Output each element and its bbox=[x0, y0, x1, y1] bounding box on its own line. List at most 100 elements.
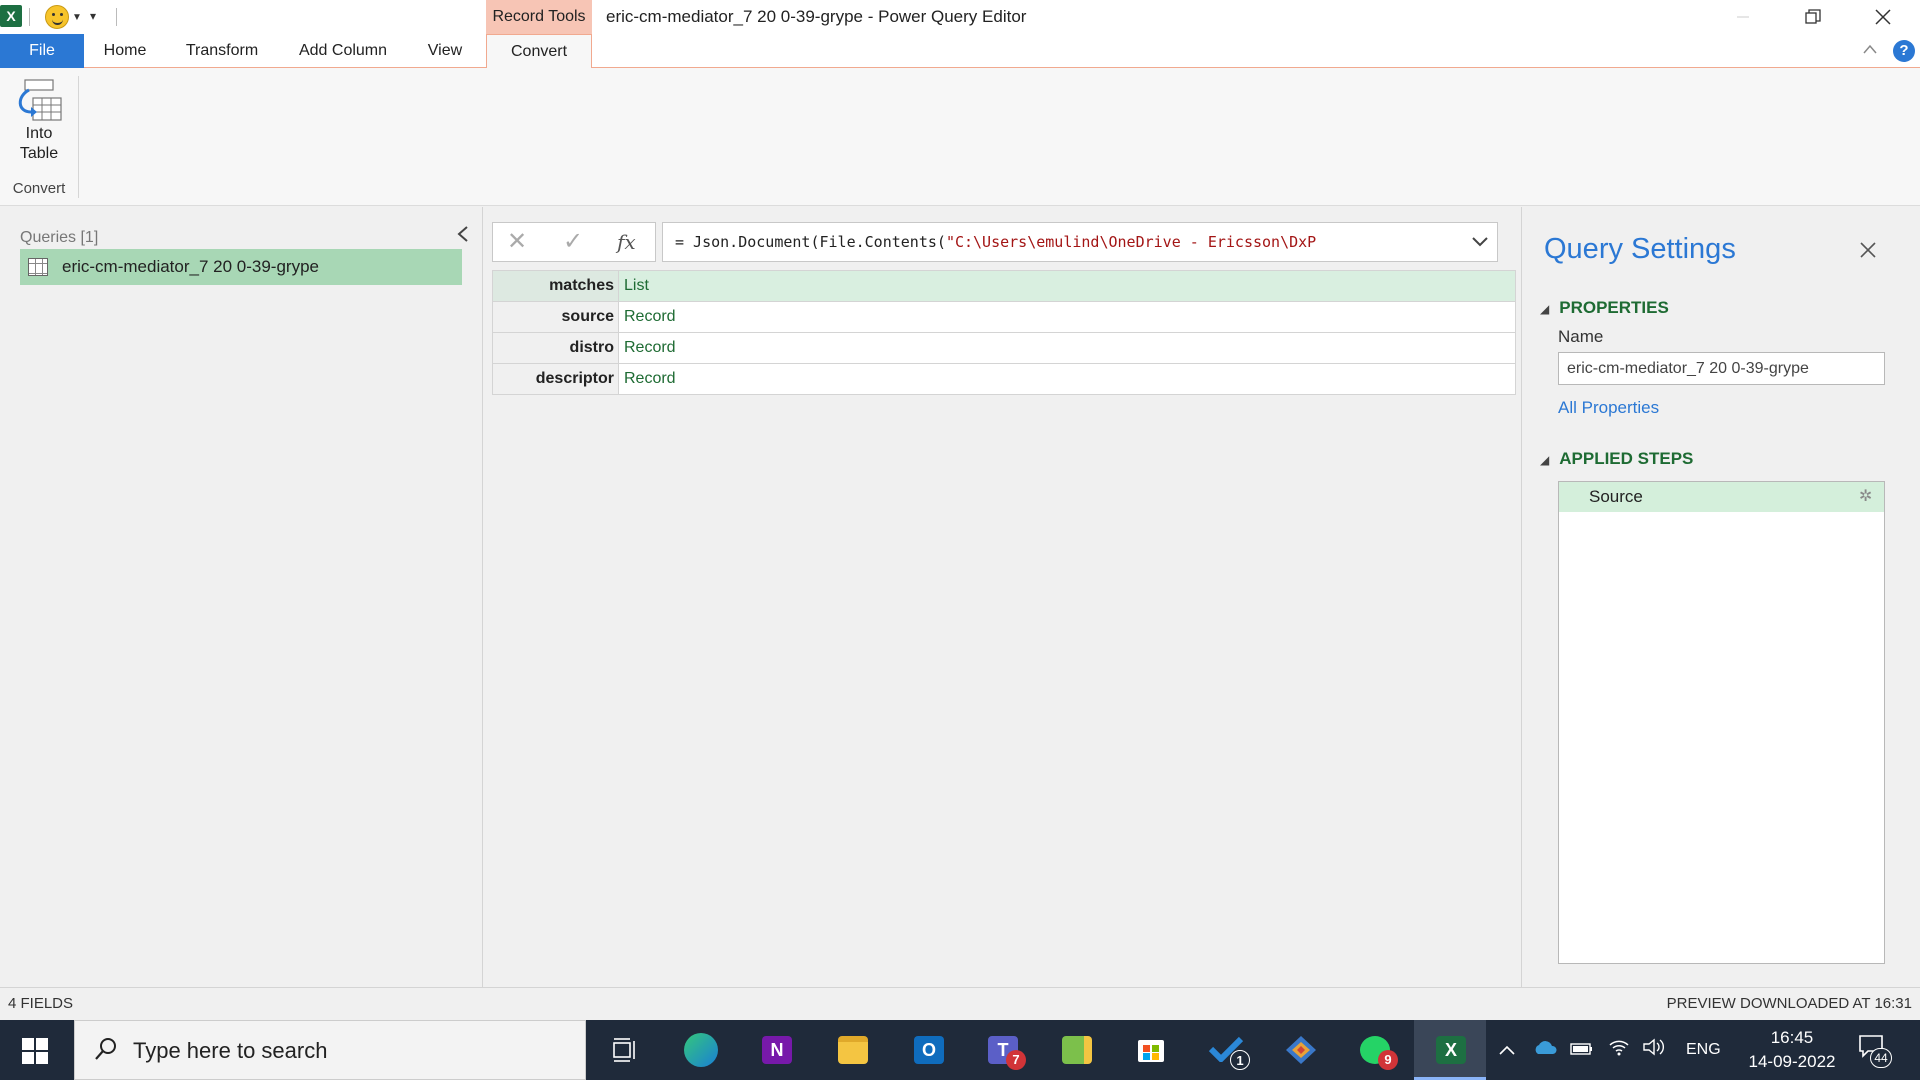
collapse-triangle-icon: ◢ bbox=[1540, 453, 1550, 467]
formula-prefix: = Json.Document(File.Contents( bbox=[675, 233, 946, 251]
clock-time: 16:45 bbox=[1770, 1028, 1814, 1047]
window-title: eric-cm-mediator_7 20 0-39-grype - Power… bbox=[606, 7, 1027, 26]
excel-logo-icon: X bbox=[0, 5, 22, 27]
whatsapp-icon[interactable]: 9 bbox=[1338, 1020, 1410, 1080]
formula-text[interactable]: = Json.Document(File.Contents("C:\Users\… bbox=[675, 223, 1465, 261]
expand-formula-bar-icon[interactable] bbox=[1471, 223, 1489, 261]
applied-steps-section-header[interactable]: ◢ APPLIED STEPS bbox=[1540, 449, 1693, 469]
properties-section-header[interactable]: ◢ PROPERTIES bbox=[1540, 298, 1669, 318]
help-button[interactable]: ? bbox=[1893, 40, 1915, 62]
todo-icon[interactable]: 1 bbox=[1190, 1020, 1262, 1080]
teams-badge: 7 bbox=[1006, 1050, 1026, 1070]
close-window-button[interactable] bbox=[1860, 0, 1906, 34]
all-properties-link[interactable]: All Properties bbox=[1558, 398, 1659, 418]
tab-view[interactable]: View bbox=[418, 34, 472, 68]
taskbar-search-box[interactable]: Type here to search bbox=[74, 1020, 586, 1080]
record-row[interactable]: source Record bbox=[492, 301, 1516, 333]
input-language[interactable]: ENG bbox=[1686, 1020, 1721, 1080]
teams-icon[interactable]: T 7 bbox=[966, 1020, 1038, 1080]
record-field-name: distro bbox=[492, 332, 619, 364]
into-table-icon bbox=[15, 78, 63, 124]
tab-convert[interactable]: Convert bbox=[486, 34, 592, 69]
task-view-icon[interactable] bbox=[588, 1020, 660, 1080]
record-field-name: descriptor bbox=[492, 363, 619, 395]
tab-file[interactable]: File bbox=[0, 34, 84, 68]
query-list-item[interactable]: eric-cm-mediator_7 20 0-39-grype bbox=[20, 249, 462, 285]
record-row[interactable]: matches List bbox=[492, 270, 1516, 302]
ribbon-group-separator bbox=[78, 76, 79, 198]
feedback-smiley-icon[interactable] bbox=[45, 5, 69, 29]
edge-icon[interactable] bbox=[664, 1020, 736, 1080]
into-table-label-line1: Into bbox=[25, 125, 53, 142]
smiley-dropdown-icon[interactable]: ▼ bbox=[72, 12, 82, 23]
qat-separator bbox=[116, 8, 117, 26]
gear-icon[interactable]: ✲ bbox=[1859, 482, 1872, 512]
insert-function-icon[interactable]: fx bbox=[617, 223, 636, 261]
field-count-status: 4 FIELDS bbox=[8, 995, 74, 1012]
wifi-icon[interactable] bbox=[1608, 1020, 1630, 1080]
query-name: eric-cm-mediator_7 20 0-39-grype bbox=[62, 257, 319, 276]
battery-icon[interactable] bbox=[1570, 1020, 1594, 1080]
record-row[interactable]: distro Record bbox=[492, 332, 1516, 364]
applied-step-item[interactable]: Source ✲ bbox=[1559, 482, 1884, 512]
tab-transform[interactable]: Transform bbox=[176, 34, 268, 68]
notification-center-icon[interactable]: 44 bbox=[1858, 1034, 1892, 1068]
git-app-icon[interactable] bbox=[1264, 1020, 1336, 1080]
notification-count: 44 bbox=[1870, 1048, 1892, 1068]
record-field-value-link[interactable]: Record bbox=[618, 301, 1516, 333]
into-table-label-line2: Table bbox=[19, 145, 59, 162]
data-preview-area: ✕ ✓ fx = Json.Document(File.Contents("C:… bbox=[484, 207, 1520, 987]
into-table-button[interactable]: Into Table bbox=[8, 78, 70, 190]
status-bar: 4 FIELDS PREVIEW DOWNLOADED AT 16:31 bbox=[0, 987, 1920, 1020]
queries-header: Queries [1] bbox=[20, 229, 99, 246]
formula-buttons: ✕ ✓ fx bbox=[492, 222, 656, 262]
record-row[interactable]: descriptor Record bbox=[492, 363, 1516, 395]
formula-bar[interactable]: = Json.Document(File.Contents("C:\Users\… bbox=[662, 222, 1498, 262]
excel-icon[interactable]: X bbox=[1414, 1020, 1486, 1080]
record-field-name: matches bbox=[492, 270, 619, 302]
customize-qat-icon[interactable]: ▾ bbox=[90, 9, 96, 23]
collapse-ribbon-icon[interactable] bbox=[1862, 42, 1878, 58]
query-settings-pane: Query Settings ◢ PROPERTIES Name All Prop… bbox=[1521, 207, 1920, 987]
store-icon[interactable] bbox=[1114, 1020, 1186, 1080]
file-explorer-icon[interactable] bbox=[816, 1020, 888, 1080]
contextual-tab-group-record-tools: Record Tools bbox=[486, 0, 592, 34]
qat-separator bbox=[29, 8, 30, 26]
record-field-value-link[interactable]: List bbox=[618, 270, 1516, 302]
collapse-queries-pane-icon[interactable] bbox=[456, 223, 470, 249]
ribbon-body: Into Table Convert bbox=[0, 68, 1920, 206]
properties-header-label: PROPERTIES bbox=[1559, 298, 1669, 317]
tab-home[interactable]: Home bbox=[92, 34, 158, 68]
search-icon bbox=[93, 1036, 119, 1069]
record-field-value-link[interactable]: Record bbox=[618, 363, 1516, 395]
queries-pane: Queries [1] eric-cm-mediator_7 20 0-39-g… bbox=[0, 207, 483, 987]
formula-string: "C:\Users\emulind\OneDrive - Ericsson\Dx… bbox=[945, 233, 1317, 251]
todo-badge: 1 bbox=[1230, 1050, 1250, 1070]
commit-formula-icon[interactable]: ✓ bbox=[563, 223, 583, 261]
applied-step-label: Source bbox=[1589, 487, 1643, 506]
record-field-value-link[interactable]: Record bbox=[618, 332, 1516, 364]
query-name-input[interactable] bbox=[1558, 352, 1885, 385]
tab-add-column[interactable]: Add Column bbox=[290, 34, 396, 68]
onedrive-icon[interactable] bbox=[1532, 1020, 1558, 1080]
cancel-formula-icon[interactable]: ✕ bbox=[507, 223, 527, 261]
ribbon-tab-bar: File Home Transform Add Column View Conv… bbox=[0, 34, 1920, 69]
close-settings-icon[interactable] bbox=[1859, 235, 1877, 266]
record-grid: matches List source Record distro Record… bbox=[492, 270, 1516, 395]
whatsapp-badge: 9 bbox=[1378, 1050, 1398, 1070]
restore-button[interactable] bbox=[1790, 0, 1836, 34]
volume-icon[interactable] bbox=[1642, 1020, 1666, 1080]
title-bar: X ▼ ▾ Record Tools eric-cm-mediator_7 20… bbox=[0, 0, 1920, 34]
onenote-icon[interactable]: N bbox=[740, 1020, 812, 1080]
table-icon bbox=[28, 258, 48, 276]
name-label: Name bbox=[1558, 327, 1604, 346]
sticky-app-icon[interactable] bbox=[1040, 1020, 1112, 1080]
show-hidden-icons[interactable] bbox=[1498, 1020, 1516, 1080]
minimize-button[interactable] bbox=[1720, 0, 1766, 34]
outlook-icon[interactable]: O bbox=[892, 1020, 964, 1080]
taskbar-clock[interactable]: 16:45 14-09-2022 bbox=[1744, 1026, 1840, 1074]
query-settings-title: Query Settings bbox=[1544, 233, 1736, 265]
applied-steps-list: Source ✲ bbox=[1558, 481, 1885, 964]
record-field-name: source bbox=[492, 301, 619, 333]
windows-start-icon[interactable] bbox=[22, 1038, 48, 1064]
